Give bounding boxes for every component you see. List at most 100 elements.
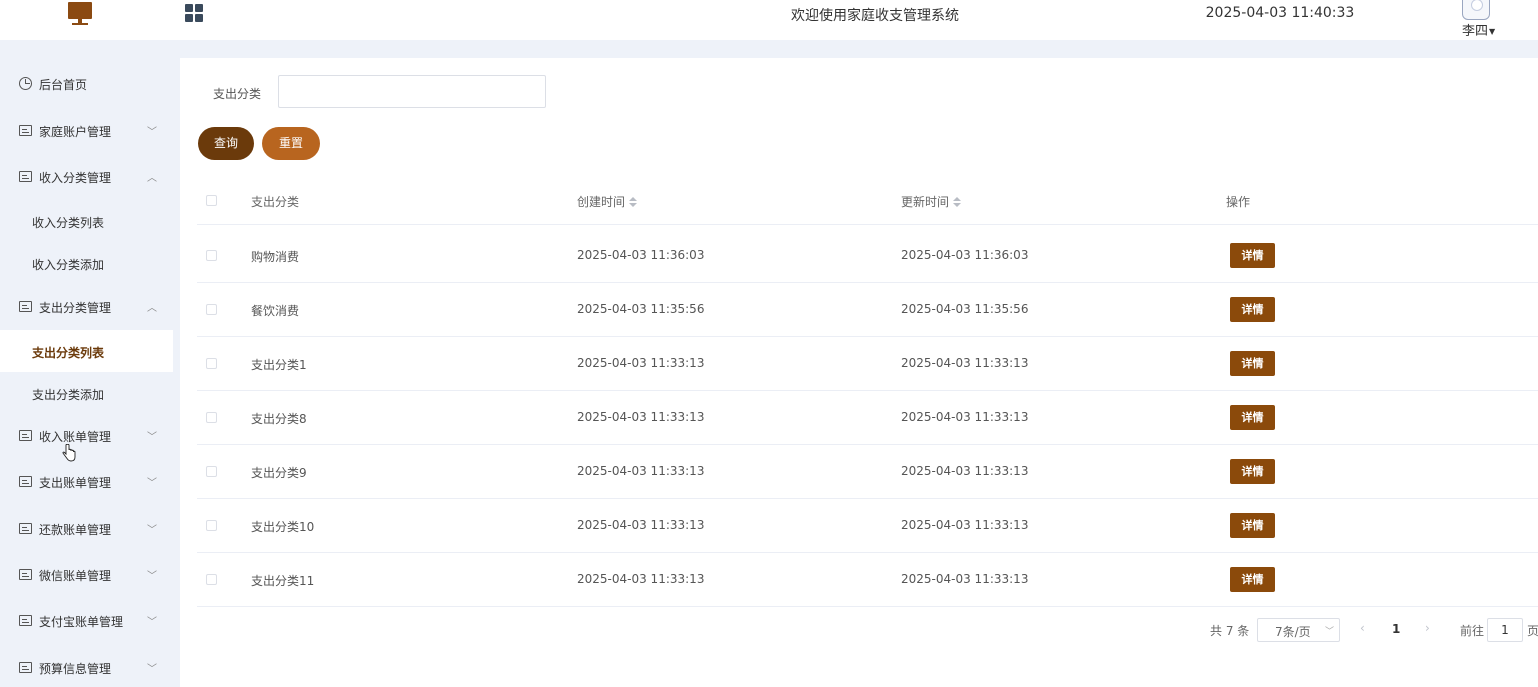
row-checkbox[interactable] bbox=[206, 304, 217, 315]
sidebar-item-wechat-bill[interactable]: 微信账单管理 ﹀ bbox=[0, 552, 173, 598]
detail-button[interactable]: 详情 bbox=[1230, 405, 1275, 430]
column-header-created: 创建时间 bbox=[577, 193, 638, 210]
sidebar-item-label: 支付宝账单管理 bbox=[39, 615, 124, 629]
cell-name: 餐饮消费 bbox=[251, 304, 300, 318]
list-icon bbox=[19, 476, 32, 487]
top-header: 欢迎使用家庭收支管理系统 2025-04-03 11:40:33 李四▼ bbox=[0, 0, 1538, 40]
chevron-down-icon: ﹀ bbox=[1325, 627, 1335, 637]
caret-down-icon: ▼ bbox=[1489, 27, 1496, 36]
row-checkbox[interactable] bbox=[206, 466, 217, 477]
sidebar-item-alipay-bill[interactable]: 支付宝账单管理 ﹀ bbox=[0, 598, 173, 644]
cell-name: 支出分类9 bbox=[251, 466, 307, 480]
cell-created: 2025-04-03 11:35:56 bbox=[577, 302, 705, 316]
pagination-total: 共 7 条 bbox=[1210, 624, 1250, 638]
column-header-updated: 更新时间 bbox=[901, 193, 962, 210]
cell-created: 2025-04-03 11:33:13 bbox=[577, 518, 705, 532]
select-all-checkbox[interactable] bbox=[206, 195, 217, 206]
sidebar-subitem-income-category-list[interactable]: 收入分类列表 bbox=[0, 200, 173, 242]
filter-label: 支出分类 bbox=[213, 87, 262, 101]
sidebar-item-budget[interactable]: 预算信息管理 ﹀ bbox=[0, 645, 173, 687]
table-row: 支出分类10 2025-04-03 11:33:13 2025-04-03 11… bbox=[197, 499, 1538, 553]
pagination: 共 7 条 7条/页 ﹀ ‹ 1 › 前往 1 页 bbox=[180, 618, 1538, 642]
list-icon bbox=[19, 569, 32, 580]
cell-updated: 2025-04-03 11:33:13 bbox=[901, 518, 1029, 532]
sidebar-item-label: 家庭账户管理 bbox=[39, 125, 112, 139]
sidebar-subitem-expense-category-list[interactable]: 支出分类列表 bbox=[0, 330, 173, 372]
cell-created: 2025-04-03 11:33:13 bbox=[577, 464, 705, 478]
list-icon bbox=[19, 523, 32, 534]
list-icon bbox=[19, 430, 32, 441]
goto-page-input[interactable]: 1 bbox=[1487, 618, 1523, 642]
sidebar-item-label: 预算信息管理 bbox=[39, 662, 112, 676]
cell-created: 2025-04-03 11:33:13 bbox=[577, 410, 705, 424]
sidebar-item-income-bill[interactable]: 收入账单管理 ﹀ bbox=[0, 413, 173, 459]
row-checkbox[interactable] bbox=[206, 574, 217, 585]
page-size-select[interactable]: 7条/页 ﹀ bbox=[1257, 618, 1340, 642]
chevron-down-icon: ﹀ bbox=[147, 432, 157, 443]
page-number-1[interactable]: 1 bbox=[1392, 622, 1400, 636]
table-row: 支出分类1 2025-04-03 11:33:13 2025-04-03 11:… bbox=[197, 337, 1538, 391]
detail-button[interactable]: 详情 bbox=[1230, 567, 1275, 592]
sidebar-item-expense-bill[interactable]: 支出账单管理 ﹀ bbox=[0, 459, 173, 505]
page-suffix-label: 页 bbox=[1527, 624, 1538, 638]
table-row: 支出分类11 2025-04-03 11:33:13 2025-04-03 11… bbox=[197, 553, 1538, 607]
cell-name: 支出分类11 bbox=[251, 574, 315, 588]
sidebar-subitem-label: 支出分类列表 bbox=[32, 346, 105, 360]
sidebar-item-family-account[interactable]: 家庭账户管理 ﹀ bbox=[0, 108, 173, 154]
chevron-down-icon: ﹀ bbox=[147, 664, 157, 675]
chevron-down-icon: ﹀ bbox=[147, 617, 157, 628]
column-header-label: 创建时间 bbox=[577, 195, 626, 209]
row-checkbox[interactable] bbox=[206, 358, 217, 369]
goto-label: 前往 bbox=[1460, 624, 1485, 638]
row-checkbox[interactable] bbox=[206, 520, 217, 531]
sidebar-item-label: 还款账单管理 bbox=[39, 523, 112, 537]
cell-created: 2025-04-03 11:33:13 bbox=[577, 356, 705, 370]
sidebar-subitem-label: 收入分类添加 bbox=[32, 258, 105, 272]
sidebar-item-label: 支出账单管理 bbox=[39, 476, 112, 490]
list-icon bbox=[19, 125, 32, 136]
page-size-value: 7条/页 bbox=[1275, 625, 1311, 639]
cell-name: 支出分类10 bbox=[251, 520, 315, 534]
cell-updated: 2025-04-03 11:33:13 bbox=[901, 464, 1029, 478]
list-icon bbox=[19, 171, 32, 182]
cell-updated: 2025-04-03 11:33:13 bbox=[901, 572, 1029, 586]
sidebar-item-home[interactable]: 后台首页 bbox=[0, 61, 173, 107]
detail-button[interactable]: 详情 bbox=[1230, 243, 1275, 268]
sort-icon[interactable] bbox=[629, 196, 638, 209]
cell-updated: 2025-04-03 11:33:13 bbox=[901, 410, 1029, 424]
sidebar-item-label: 微信账单管理 bbox=[39, 569, 112, 583]
main-content: 支出分类 查询 重置 支出分类 创建时间 更新时间 操作 购物消费 2025-0… bbox=[180, 58, 1538, 687]
sidebar-item-expense-category[interactable]: 支出分类管理 ︿ bbox=[0, 284, 173, 330]
sidebar-item-repayment-bill[interactable]: 还款账单管理 ﹀ bbox=[0, 506, 173, 552]
computer-monitor-icon bbox=[68, 2, 92, 26]
sidebar-item-label: 收入分类管理 bbox=[39, 171, 112, 185]
detail-button[interactable]: 详情 bbox=[1230, 513, 1275, 538]
detail-button[interactable]: 详情 bbox=[1230, 351, 1275, 376]
avatar[interactable] bbox=[1462, 0, 1490, 20]
current-datetime: 2025-04-03 11:40:33 bbox=[1205, 5, 1355, 21]
row-checkbox[interactable] bbox=[206, 250, 217, 261]
cell-name: 购物消费 bbox=[251, 250, 300, 264]
next-page-button[interactable]: › bbox=[1425, 621, 1430, 635]
reset-button[interactable]: 重置 bbox=[262, 127, 320, 160]
sidebar-subitem-income-category-add[interactable]: 收入分类添加 bbox=[0, 242, 173, 284]
sort-icon[interactable] bbox=[953, 196, 962, 209]
cell-created: 2025-04-03 11:33:13 bbox=[577, 572, 705, 586]
row-checkbox[interactable] bbox=[206, 412, 217, 423]
column-header-label: 更新时间 bbox=[901, 195, 950, 209]
sidebar-item-label: 收入账单管理 bbox=[39, 430, 112, 444]
grid-icon[interactable] bbox=[185, 4, 203, 22]
user-menu[interactable]: 李四▼ bbox=[1462, 20, 1495, 39]
list-icon bbox=[19, 662, 32, 673]
expense-category-search-input[interactable] bbox=[278, 75, 546, 108]
query-button[interactable]: 查询 bbox=[198, 127, 254, 160]
sidebar-subitem-label: 收入分类列表 bbox=[32, 216, 105, 230]
detail-button[interactable]: 详情 bbox=[1230, 297, 1275, 322]
prev-page-button[interactable]: ‹ bbox=[1360, 621, 1365, 635]
table-row: 购物消费 2025-04-03 11:36:03 2025-04-03 11:3… bbox=[197, 229, 1538, 283]
cell-name: 支出分类1 bbox=[251, 358, 307, 372]
sidebar-subitem-expense-category-add[interactable]: 支出分类添加 bbox=[0, 372, 173, 414]
table-row: 支出分类8 2025-04-03 11:33:13 2025-04-03 11:… bbox=[197, 391, 1538, 445]
sidebar-item-income-category[interactable]: 收入分类管理 ︿ bbox=[0, 154, 173, 200]
detail-button[interactable]: 详情 bbox=[1230, 459, 1275, 484]
